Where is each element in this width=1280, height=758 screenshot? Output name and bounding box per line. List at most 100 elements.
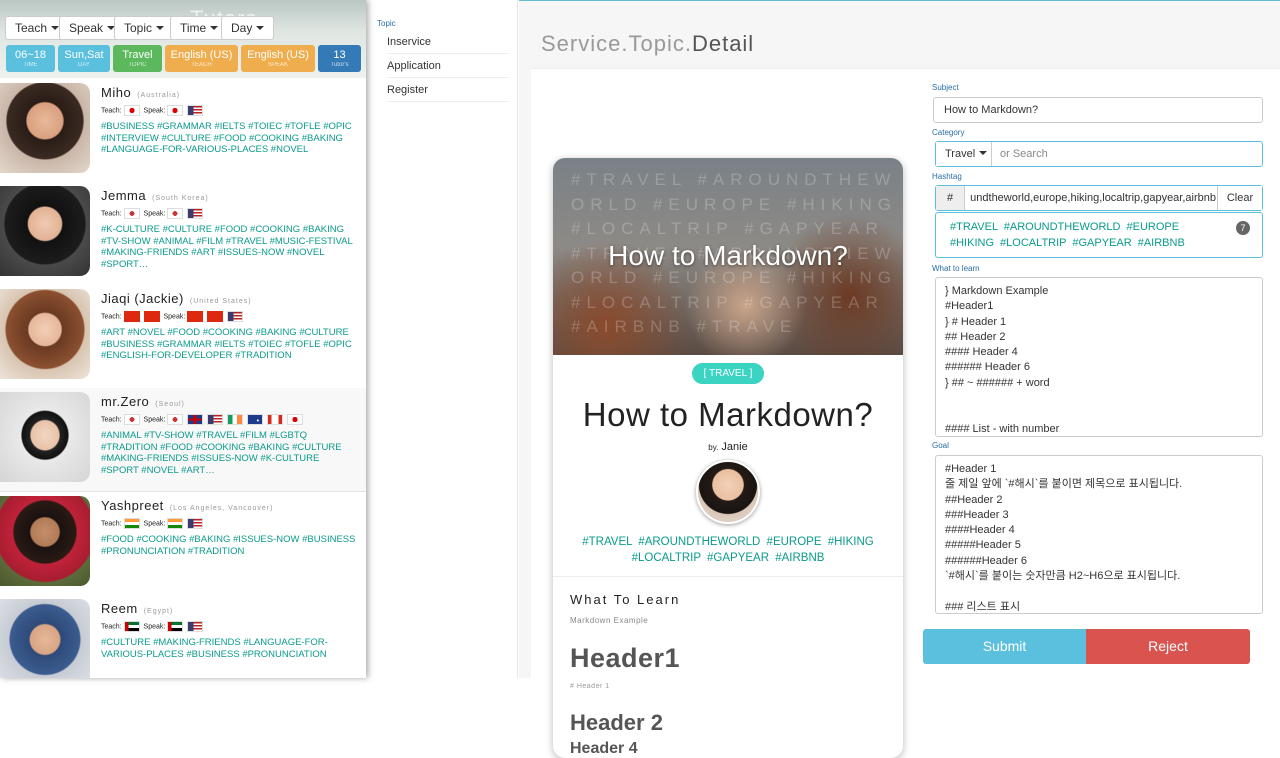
tutor-hashtags: #CULTURE #MAKING-FRIENDS #LANGUAGE-FOR-V…: [101, 637, 328, 660]
what-to-learn-textarea[interactable]: } Markdown Example #Header1 } # Header 1…: [935, 277, 1263, 437]
tutor-name-text: Yashpreet: [101, 498, 164, 513]
teach-label: Teach:: [101, 107, 122, 115]
filter-label: Speak: [69, 21, 104, 35]
sidebar-item-register[interactable]: Register: [387, 78, 509, 102]
tag-value: English (US): [247, 49, 309, 61]
tutor-card-yashpreet[interactable]: Yashpreet (Los Angeles, Vancouver) Teach:…: [0, 492, 366, 596]
tutor-list-panel: Tutors Teach Speak Topic Time Day 06~18T…: [0, 0, 366, 678]
tutor-name: Yashpreet (Los Angeles, Vancouver): [101, 498, 273, 513]
sidebar-item-inservice[interactable]: Inservice: [387, 30, 509, 54]
tag-label: DAY: [78, 62, 90, 68]
filter-day-dropdown[interactable]: Day: [221, 16, 275, 40]
tutor-name-text: Jiaqi (Jackie): [101, 291, 184, 306]
tag-label: TEACH: [191, 62, 212, 68]
filter-topic-dropdown[interactable]: Topic: [114, 16, 175, 40]
filter-tag-teach[interactable]: English (US) TEACH: [165, 45, 238, 72]
filter-tag-topic[interactable]: Travel TOPIC: [113, 45, 162, 72]
tutor-card-jemma[interactable]: Jemma (South Korea) Teach: Speak: #K-CULT…: [0, 182, 366, 286]
markdown-h2: Header 2: [570, 710, 663, 735]
tutor-photo: [0, 186, 90, 276]
page-title: Service.Topic.Detail: [541, 31, 754, 57]
canada-flag-icon: [267, 414, 284, 425]
detail-panel: #TRAVEL #AROUNDTHEWORLD #EUROPE #HIKING …: [531, 68, 1280, 758]
tutor-name: mr.Zero (Seoul): [101, 394, 185, 409]
filter-tag-time[interactable]: 06~18 TIME: [6, 45, 55, 72]
page-title-current: Detail: [691, 31, 755, 56]
tutor-languages: Teach: Speak:: [101, 414, 305, 426]
goal-textarea[interactable]: #Header 1 줄 제일 앞에 `#해시`를 붙이면 제목으로 표시됩니다.…: [935, 455, 1263, 614]
tutor-card-miho[interactable]: Miho (Australia) Teach: Speak: #BUSINESS …: [0, 79, 366, 183]
tutor-card-jiaqi[interactable]: Jiaqi (Jackie) (United States) Teach: Spe…: [0, 285, 366, 389]
clear-button[interactable]: Clear: [1217, 186, 1262, 210]
korea-flag-icon: [123, 414, 140, 425]
tutor-hashtags: #BUSINESS #GRAMMAR #IELTS #TOIEC #TOFLE …: [101, 121, 352, 155]
filter-tag-speak[interactable]: English (US) SPEAK: [241, 45, 315, 72]
tutor-hashtags: #ART #NOVEL #FOOD #COOKING #BAKING #CULT…: [101, 327, 352, 361]
card-hero-image: #TRAVEL #AROUNDTHEWORLD #EUROPE #HIKING …: [553, 158, 903, 355]
page-title-path: Service.Topic.: [541, 31, 692, 56]
filter-tag-day[interactable]: Sun,Sat DAY: [58, 45, 110, 72]
submit-button[interactable]: Submit: [923, 629, 1086, 664]
sidebar-item-application[interactable]: Application: [387, 54, 509, 78]
filter-label: Topic: [124, 21, 153, 35]
sidebar-heading: Topic: [377, 19, 396, 28]
japan-flag-icon: [123, 105, 140, 116]
hero-title: How to Markdown?: [608, 240, 848, 271]
filter-label: Teach: [15, 21, 48, 35]
uae-flag-icon: [167, 621, 184, 632]
tutor-languages: Teach: Speak:: [101, 311, 245, 323]
japan-flag-icon: [287, 414, 303, 425]
subject-input[interactable]: How to Markdown?: [933, 97, 1263, 123]
teach-label: Teach:: [101, 313, 122, 321]
tutor-languages: Teach: Speak:: [101, 621, 205, 633]
category-dropdown[interactable]: Travel: [936, 142, 992, 166]
filter-label: Time: [180, 21, 207, 35]
china-flag-icon: [187, 311, 204, 322]
topic-sidebar: Topic Inservice Application Register: [366, 0, 518, 678]
by-label: by.: [708, 443, 719, 452]
speak-label: Speak:: [143, 107, 166, 115]
category-search-input[interactable]: or Search: [1000, 142, 1048, 166]
tutor-hashtags: #FOOD #COOKING #BAKING #ISSUES-NOW #BUSI…: [101, 534, 356, 557]
tag-value: 13: [333, 49, 346, 61]
tutor-location: (South Korea): [152, 195, 209, 202]
tutor-card-mrzero[interactable]: mr.Zero (Seoul) Teach: Speak: #ANIMAL #TV…: [0, 388, 366, 492]
teach-label: Teach:: [101, 623, 122, 631]
korea-flag-icon: [167, 208, 184, 219]
hashtag-preview-text: #TRAVEL #AROUNDTHEWORLD #EUROPE #HIKING …: [950, 221, 1185, 249]
japan-flag-icon: [167, 105, 184, 116]
tutor-name-text: mr.Zero: [101, 394, 150, 409]
australia-flag-icon: [247, 414, 264, 425]
category-label: Category: [932, 128, 965, 137]
tutor-location: (Seoul): [155, 401, 185, 408]
tutor-hashtags: #ANIMAL #TV-SHOW #TRAVEL #FILM #LGBTQ #T…: [101, 430, 342, 476]
hashtag-prefix: #: [936, 186, 965, 210]
hashtag-input[interactable]: ,travel,aroundtheworld,europe,hiking,loc…: [970, 186, 1216, 210]
markdown-h4: Header 4: [570, 740, 638, 757]
author-avatar: [696, 460, 760, 524]
markdown-h1-source: # Header 1: [570, 683, 610, 690]
tutor-hashtags: #K-CULTURE #CULTURE #FOOD #COOKING #BAKI…: [101, 224, 353, 270]
section-heading: What To Learn: [570, 592, 681, 607]
tutor-card-reem[interactable]: Reem (Egypt) Teach: Speak: #CULTURE #MAKI…: [0, 595, 366, 678]
filter-time-dropdown[interactable]: Time: [170, 16, 229, 40]
tag-value: 06~18: [15, 49, 46, 61]
us-flag-icon: [187, 621, 204, 632]
reject-button[interactable]: Reject: [1086, 629, 1250, 664]
tutor-count-badge[interactable]: 13 Tutor's: [318, 45, 361, 72]
card-hashtags: #TRAVEL #AROUNDTHEWORLD #EUROPE #HIKING …: [582, 536, 874, 564]
tag-value: Travel: [122, 49, 153, 61]
tutor-name-text: Jemma: [101, 188, 147, 203]
tutor-name-text: Reem: [101, 601, 138, 616]
ireland-flag-icon: [227, 414, 244, 425]
caret-down-icon: [210, 26, 219, 30]
tutor-name: Miho (Australia): [101, 85, 180, 100]
hashtag-field: # ,travel,aroundtheworld,europe,hiking,l…: [935, 185, 1263, 211]
india-flag-icon: [123, 518, 140, 529]
tutor-languages: Teach: Speak:: [101, 208, 205, 220]
korea-flag-icon: [167, 414, 184, 425]
what-to-learn-label: What to learn: [932, 264, 980, 273]
card-author: by. Janie: [553, 441, 903, 453]
hashtag-label: Hashtag: [932, 172, 962, 181]
tag-label: SPEAK: [267, 62, 288, 68]
